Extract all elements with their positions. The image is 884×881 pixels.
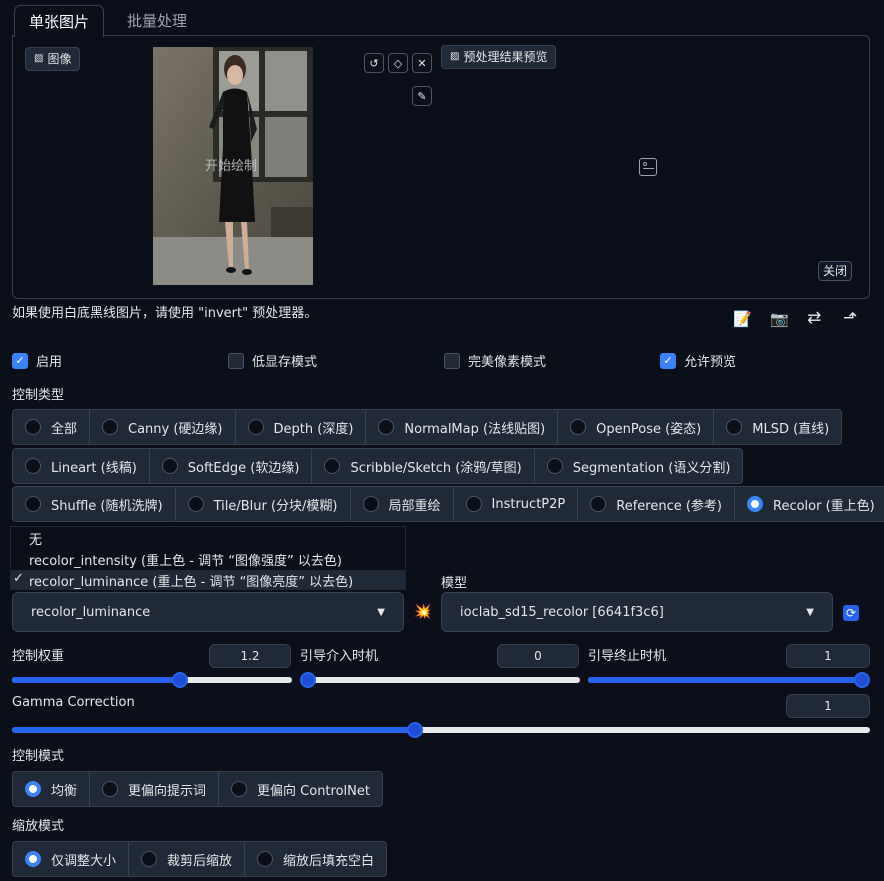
eraser-icon[interactable]: ◇: [388, 53, 408, 73]
gamma-label: Gamma Correction: [12, 695, 135, 710]
control-type-mlsd[interactable]: MLSD (直线): [713, 409, 843, 445]
camera-icon[interactable]: 📷: [770, 310, 789, 328]
control-type-recolor[interactable]: Recolor (重上色): [734, 486, 884, 522]
preprocessor-option-intensity[interactable]: recolor_intensity (重上色 - 调节 “图像强度” 以去色): [29, 550, 342, 569]
guidance-start-label: 引导介入时机: [300, 649, 379, 664]
control-type-canny[interactable]: Canny (硬边缘): [89, 409, 236, 445]
tab-single-image[interactable]: 单张图片: [14, 5, 105, 37]
control-type-tile[interactable]: Tile/Blur (分块/模糊): [174, 486, 351, 522]
preprocessor-option-luminance[interactable]: ✓ recolor_luminance (重上色 - 调节 “图像亮度” 以去色…: [11, 570, 405, 590]
weight-slider[interactable]: [12, 668, 292, 692]
control-type-openpose[interactable]: OpenPose (姿态): [557, 409, 715, 445]
allow-preview-checkbox[interactable]: ✓ 允许预览: [660, 351, 736, 370]
control-type-lineart[interactable]: Lineart (线稿): [12, 448, 150, 484]
guidance-end-input[interactable]: 1: [786, 644, 870, 668]
resize-mode-fill[interactable]: 缩放后填充空白: [244, 841, 388, 877]
send-icon[interactable]: ⬏: [843, 308, 857, 328]
guidance-start-slider[interactable]: [300, 668, 580, 692]
draw-overlay-text: 开始绘制: [205, 159, 258, 174]
image-label: ▨ 图像: [25, 47, 81, 71]
undo-icon[interactable]: ↺: [364, 53, 384, 73]
caret-down-icon: ▼: [377, 606, 385, 618]
model-label: 模型: [441, 576, 468, 591]
preprocessor-dropdown[interactable]: recolor_luminance ▼: [12, 592, 404, 632]
run-preprocessor-icon[interactable]: 💥: [414, 604, 431, 620]
image-placeholder-icon: [639, 158, 657, 176]
resize-mode-group: 仅调整大小 裁剪后缩放 缩放后填充空白: [12, 841, 388, 877]
close-icon[interactable]: ✕: [412, 53, 432, 73]
close-preview-button[interactable]: 关闭: [818, 261, 853, 281]
preview-label: ▨ 预处理结果预览: [441, 45, 557, 69]
control-type-row-3: Shuffle (随机洗牌) Tile/Blur (分块/模糊) 局部重绘 In…: [12, 486, 884, 522]
control-type-row-1: 全部 Canny (硬边缘) Depth (深度) NormalMap (法线贴…: [12, 409, 843, 445]
check-icon: ✓: [660, 352, 676, 369]
tab-batch[interactable]: 批量处理: [113, 5, 201, 37]
input-image[interactable]: 开始绘制: [153, 47, 313, 285]
check-icon: ✓: [13, 571, 24, 586]
control-type-instructp2p[interactable]: InstructP2P: [452, 486, 579, 522]
control-type-row-2: Lineart (线稿) SoftEdge (软边缘) Scribble/Ske…: [12, 448, 744, 484]
pixel-perfect-checkbox[interactable]: 完美像素模式: [444, 351, 546, 370]
gamma-input[interactable]: 1: [786, 694, 870, 718]
weight-input[interactable]: 1.2: [209, 644, 291, 668]
resize-mode-label: 缩放模式: [12, 819, 65, 834]
image-icon: ▨: [34, 53, 44, 64]
brush-icon[interactable]: ✎: [412, 86, 432, 106]
control-type-normalmap[interactable]: NormalMap (法线贴图): [365, 409, 559, 445]
swap-icon[interactable]: ⇄: [807, 308, 821, 328]
gamma-slider[interactable]: [12, 718, 870, 742]
control-mode-controlnet[interactable]: 更偏向 ControlNet: [218, 771, 383, 807]
control-mode-label: 控制模式: [12, 749, 65, 764]
invert-hint: 如果使用白底黑线图片，请使用 "invert" 预处理器。: [12, 306, 318, 321]
check-icon: ✓: [12, 352, 28, 369]
weight-label: 控制权重: [12, 649, 65, 664]
control-mode-prompt[interactable]: 更偏向提示词: [89, 771, 220, 807]
control-type-inpaint[interactable]: 局部重绘: [349, 486, 454, 522]
control-type-depth[interactable]: Depth (深度): [234, 409, 367, 445]
image-icon: ▨: [450, 51, 460, 62]
guidance-start-input[interactable]: 0: [497, 644, 579, 668]
control-type-scribble[interactable]: Scribble/Sketch (涂鸦/草图): [311, 448, 535, 484]
control-type-label: 控制类型: [12, 388, 65, 403]
control-type-segmentation[interactable]: Segmentation (语义分割): [533, 448, 744, 484]
model-dropdown[interactable]: ioclab_sd15_recolor [6641f3c6] ▼: [441, 592, 833, 632]
control-type-shuffle[interactable]: Shuffle (随机洗牌): [12, 486, 176, 522]
guidance-end-label: 引导终止时机: [588, 649, 667, 664]
control-mode-group: 均衡 更偏向提示词 更偏向 ControlNet: [12, 771, 383, 807]
preprocessor-menu: 无 recolor_intensity (重上色 - 调节 “图像强度” 以去色…: [10, 526, 406, 590]
control-type-all[interactable]: 全部: [12, 409, 91, 445]
refresh-icon[interactable]: ⟳: [843, 605, 859, 621]
low-vram-checkbox[interactable]: 低显存模式: [228, 351, 317, 370]
control-mode-balanced[interactable]: 均衡: [12, 771, 91, 807]
resize-mode-just-resize[interactable]: 仅调整大小: [12, 841, 130, 877]
caret-down-icon: ▼: [806, 606, 814, 618]
resize-mode-crop[interactable]: 裁剪后缩放: [128, 841, 246, 877]
control-type-reference[interactable]: Reference (参考): [577, 486, 735, 522]
control-type-softedge[interactable]: SoftEdge (软边缘): [148, 448, 313, 484]
guidance-end-slider[interactable]: [588, 668, 870, 692]
preprocessor-option-none[interactable]: 无: [29, 529, 42, 548]
image-panel: [12, 35, 870, 299]
enable-checkbox[interactable]: ✓ 启用: [12, 351, 62, 370]
edit-icon[interactable]: 📝: [733, 310, 752, 328]
